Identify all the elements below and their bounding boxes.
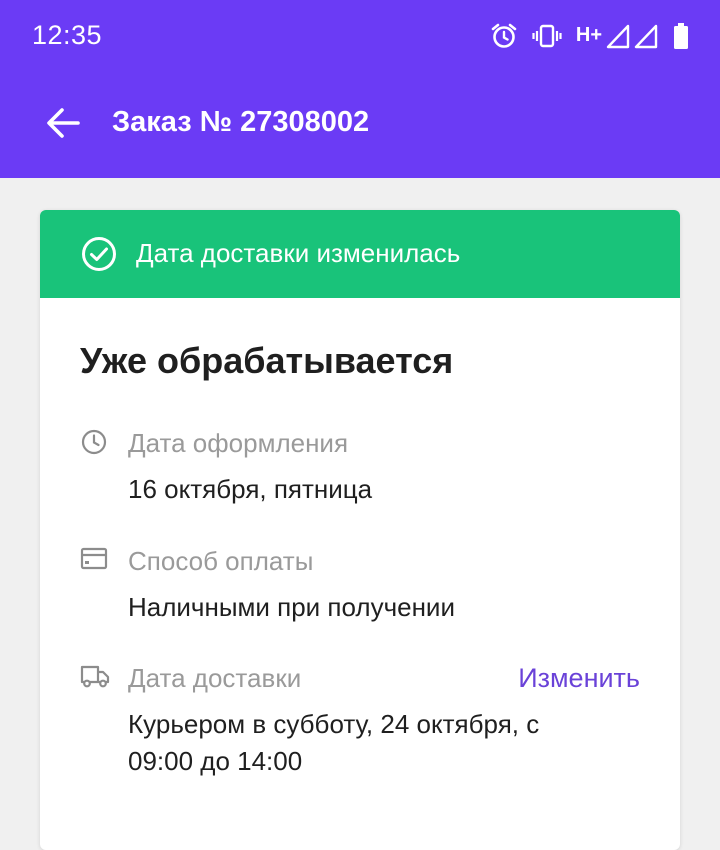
battery-icon xyxy=(672,22,690,50)
arrow-left-icon xyxy=(45,107,81,144)
page-title: Заказ № 27308002 xyxy=(112,106,370,138)
delivery-changed-banner: Дата доставки изменилась xyxy=(40,210,680,298)
order-date-row: Дата оформления 16 октября, пятница xyxy=(40,428,680,508)
app-bar: Заказ № 27308002 xyxy=(0,72,720,178)
order-date-label: Дата оформления xyxy=(128,428,349,458)
network-hplus-icon: H+ xyxy=(576,23,602,47)
change-delivery-link[interactable]: Изменить xyxy=(518,663,640,694)
order-date-value: 16 октября, пятница xyxy=(128,474,373,504)
delivery-date-value: Курьером в субботу, 24 октября, с 09:00 … xyxy=(128,709,540,776)
payment-method-row: Способ оплаты Наличными при получении xyxy=(40,546,680,626)
card-icon xyxy=(80,546,108,577)
truck-icon xyxy=(80,663,110,694)
alarm-icon xyxy=(490,22,518,50)
order-card: Дата доставки изменилась Уже обрабатывае… xyxy=(40,210,680,850)
delivery-date-label: Дата доставки xyxy=(128,663,302,693)
status-icons: H+ xyxy=(490,20,690,52)
vibrate-icon xyxy=(532,22,562,50)
signal-icon xyxy=(606,23,630,49)
payment-method-label: Способ оплаты xyxy=(128,546,314,576)
network-label: H+ xyxy=(575,24,602,46)
delivery-date-row: Дата доставки Изменить Курьером в суббот… xyxy=(40,663,680,783)
signal-icon xyxy=(634,23,658,49)
check-circle-icon xyxy=(81,236,117,277)
status-time: 12:35 xyxy=(32,20,103,50)
status-bar: 12:35 H+ xyxy=(0,0,720,72)
clock-icon xyxy=(80,428,108,461)
banner-text: Дата доставки изменилась xyxy=(136,238,461,268)
payment-method-value: Наличными при получении xyxy=(128,592,455,622)
back-button[interactable] xyxy=(38,102,88,148)
order-status-heading: Уже обрабатывается xyxy=(80,340,454,381)
